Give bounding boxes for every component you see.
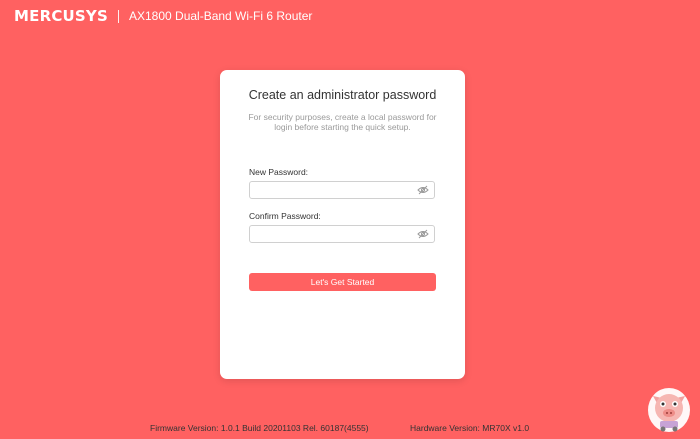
card-description: For security purposes, create a local pa… xyxy=(248,112,437,132)
mascot-logo xyxy=(648,388,690,432)
password-setup-card: Create an administrator password For sec… xyxy=(220,70,465,379)
lets-get-started-button[interactable]: Let's Get Started xyxy=(249,273,436,291)
firmware-version: Firmware Version: 1.0.1 Build 20201103 R… xyxy=(150,423,369,433)
new-password-label: New Password: xyxy=(249,167,309,177)
confirm-password-label: Confirm Password: xyxy=(249,211,321,221)
confirm-password-input[interactable] xyxy=(250,226,418,242)
new-password-input[interactable] xyxy=(250,182,418,198)
eye-hidden-icon[interactable] xyxy=(417,185,429,195)
header-divider xyxy=(117,9,119,23)
router-model: AX1800 Dual-Band Wi-Fi 6 Router xyxy=(128,9,313,23)
header: MERCUSYS AX1800 Dual-Band Wi-Fi 6 Router xyxy=(14,7,312,25)
mercusys-logo: MERCUSYS xyxy=(14,7,108,25)
eye-hidden-icon[interactable] xyxy=(417,229,429,239)
hardware-version: Hardware Version: MR70X v1.0 xyxy=(410,423,530,433)
card-title: Create an administrator password xyxy=(248,88,437,102)
new-password-field[interactable] xyxy=(249,181,435,199)
confirm-password-field[interactable] xyxy=(249,225,435,243)
